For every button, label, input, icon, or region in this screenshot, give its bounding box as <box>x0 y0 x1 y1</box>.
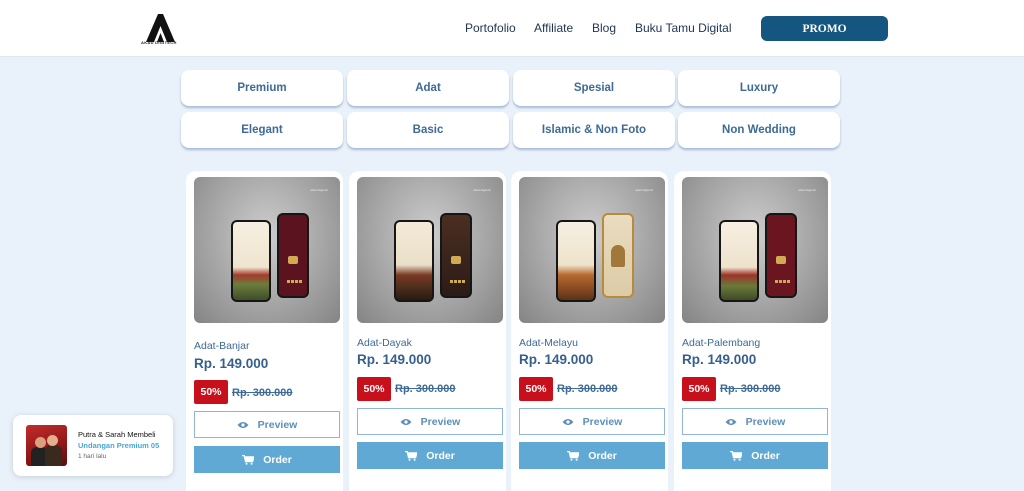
product-card: akad digitech Adat-Palembang Rp. 149.000… <box>674 171 831 491</box>
product-thumbnail[interactable]: akad digitech <box>519 177 665 323</box>
category-elegant[interactable]: Elegant <box>181 112 343 148</box>
product-price: Rp. 149.000 <box>194 356 269 371</box>
eye-icon <box>237 421 249 428</box>
phone-mockup <box>556 220 596 302</box>
original-price: Rp. 300.000 <box>232 387 293 399</box>
preview-label: Preview <box>257 418 298 431</box>
cart-icon <box>567 450 580 461</box>
eye-icon <box>400 418 412 425</box>
category-adat[interactable]: Adat <box>347 70 509 106</box>
phone-mockup <box>394 220 434 302</box>
category-non-wedding[interactable]: Non Wedding <box>678 112 840 148</box>
product-name: Adat-Melayu <box>519 337 578 349</box>
product-card: akad digitech Adat-Banjar Rp. 149.000 50… <box>186 171 343 491</box>
product-name: Adat-Banjar <box>194 340 250 352</box>
preview-label: Preview <box>582 415 623 428</box>
phone-mockup <box>602 213 634 298</box>
product-thumbnail[interactable]: akad digitech <box>357 177 503 323</box>
eye-icon <box>725 418 737 425</box>
discount-badge: 50% <box>357 377 391 401</box>
order-label: Order <box>263 453 292 466</box>
preview-button[interactable]: Preview <box>519 408 665 435</box>
phone-mockup <box>231 220 271 302</box>
phone-mockup <box>765 213 797 298</box>
eye-icon <box>562 418 574 425</box>
discount-badge: 50% <box>519 377 553 401</box>
original-price: Rp. 300.000 <box>395 383 456 395</box>
purchase-notification[interactable]: Putra & Sarah Membeli Undangan Premium 0… <box>13 415 173 476</box>
cart-icon <box>730 450 743 461</box>
order-button[interactable]: Order <box>357 442 503 469</box>
cart-icon <box>405 450 418 461</box>
product-price: Rp. 149.000 <box>519 352 594 367</box>
promo-button[interactable]: PROMO <box>761 16 888 41</box>
nav-buku-tamu-digital[interactable]: Buku Tamu Digital <box>635 21 732 35</box>
product-thumbnail[interactable]: akad digitech <box>194 177 340 323</box>
category-islamic-non-foto[interactable]: Islamic & Non Foto <box>513 112 675 148</box>
product-thumbnail[interactable]: akad digitech <box>682 177 828 323</box>
order-button[interactable]: Order <box>194 446 340 473</box>
product-name: Adat-Dayak <box>357 337 412 349</box>
order-button[interactable]: Order <box>682 442 828 469</box>
product-card: akad digitech Adat-Dayak Rp. 149.000 50%… <box>349 171 506 491</box>
category-premium[interactable]: Premium <box>181 70 343 106</box>
original-price: Rp. 300.000 <box>720 383 781 395</box>
original-price: Rp. 300.000 <box>557 383 618 395</box>
cart-icon <box>242 454 255 465</box>
site-header: AKAD DIGITECH Portofolio Affiliate Blog … <box>0 0 1024 57</box>
order-label: Order <box>426 449 455 462</box>
preview-button[interactable]: Preview <box>682 408 828 435</box>
product-card: akad digitech Adat-Melayu Rp. 149.000 50… <box>511 171 668 491</box>
logo-text: AKAD DIGITECH <box>141 40 177 45</box>
phone-mockup <box>277 213 309 298</box>
discount-badge: 50% <box>194 380 228 404</box>
preview-button[interactable]: Preview <box>194 411 340 438</box>
preview-label: Preview <box>745 415 786 428</box>
product-price: Rp. 149.000 <box>682 352 757 367</box>
phone-mockup <box>440 213 472 298</box>
thumbnail-watermark: akad digitech <box>635 188 653 192</box>
thumbnail-watermark: akad digitech <box>310 188 328 192</box>
order-label: Order <box>588 449 617 462</box>
nav-blog[interactable]: Blog <box>592 21 616 35</box>
order-label: Order <box>751 449 780 462</box>
category-basic[interactable]: Basic <box>347 112 509 148</box>
preview-button[interactable]: Preview <box>357 408 503 435</box>
nav-affiliate[interactable]: Affiliate <box>534 21 573 35</box>
preview-label: Preview <box>420 415 461 428</box>
notification-buyer: Putra & Sarah Membeli <box>78 430 156 439</box>
discount-badge: 50% <box>682 377 716 401</box>
thumbnail-watermark: akad digitech <box>798 188 816 192</box>
product-price: Rp. 149.000 <box>357 352 432 367</box>
category-spesial[interactable]: Spesial <box>513 70 675 106</box>
notification-time: 1 hari lalu <box>78 453 107 460</box>
phone-mockup <box>719 220 759 302</box>
nav-portofolio[interactable]: Portofolio <box>465 21 516 35</box>
thumbnail-watermark: akad digitech <box>473 188 491 192</box>
product-name: Adat-Palembang <box>682 337 761 349</box>
buyer-photo <box>26 425 67 466</box>
category-luxury[interactable]: Luxury <box>678 70 840 106</box>
notification-product: Undangan Premium 05 <box>78 441 160 450</box>
order-button[interactable]: Order <box>519 442 665 469</box>
